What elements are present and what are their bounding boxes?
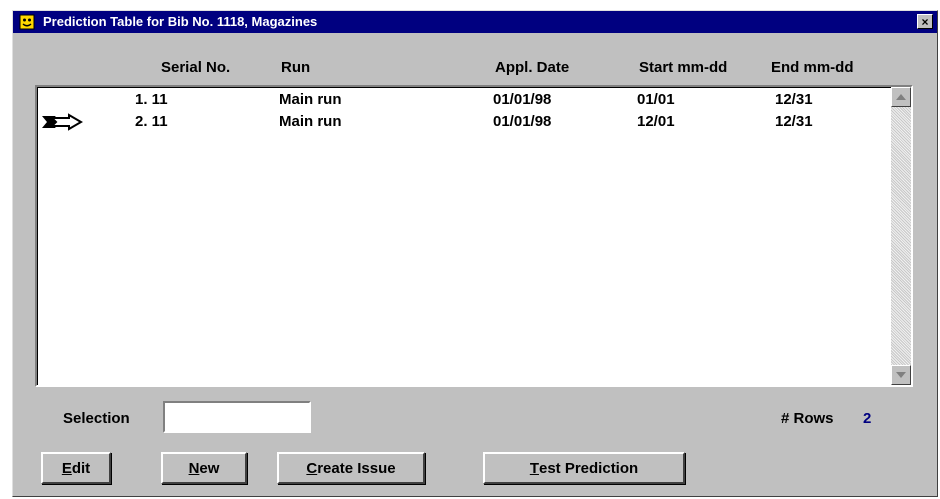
cell-appl-date: 01/01/98 [493,91,552,108]
row-count-label: # Rows [781,410,834,427]
cell-serial: 2. 11 [135,113,168,130]
new-mnemonic: N [188,459,200,477]
prediction-list[interactable]: 1. 11 Main run 01/01/98 01/01 12/31 2. 1… [35,85,913,387]
cell-appl-date: 01/01/98 [493,113,552,130]
prediction-table-window: Prediction Table for Bib No. 1118, Magaz… [12,10,938,497]
create-mnemonic: C [306,459,318,477]
column-header-run: Run [281,59,311,76]
table-row[interactable]: 2. 11 Main run 01/01/98 12/01 12/31 [37,113,893,133]
scroll-up-button[interactable] [891,87,911,107]
title-bar[interactable]: Prediction Table for Bib No. 1118, Magaz… [13,11,937,33]
cell-start: 12/01 [637,113,675,130]
column-header-serial: Serial No. [161,59,231,76]
vertical-scrollbar[interactable] [891,87,911,385]
cell-serial: 1. 11 [135,91,168,108]
current-row-arrow-icon [41,113,91,135]
edit-label-rest: dit [71,459,91,477]
cell-start: 01/01 [637,91,675,108]
column-header-appl-date: Appl. Date [495,59,570,76]
close-button[interactable]: × [917,14,933,29]
cell-run: Main run [279,91,342,108]
test-label-rest: est Prediction [538,459,639,477]
cell-run: Main run [279,113,342,130]
cell-end: 12/31 [775,113,813,130]
window-title: Prediction Table for Bib No. 1118, Magaz… [43,14,318,29]
notes-app-icon [19,14,35,30]
test-prediction-button[interactable]: Test Prediction [483,452,685,484]
column-header-end: End mm-dd [771,59,854,76]
column-header-start: Start mm-dd [639,59,728,76]
scroll-down-button[interactable] [891,365,911,385]
create-issue-button[interactable]: Create Issue [277,452,425,484]
selection-input[interactable] [163,401,311,433]
test-mnemonic: T [529,459,539,477]
new-button[interactable]: New [161,452,247,484]
create-label-rest: reate Issue [317,459,396,477]
cell-end: 12/31 [775,91,813,108]
table-row[interactable]: 1. 11 Main run 01/01/98 01/01 12/31 [37,91,893,111]
arrow-down-icon [896,372,906,378]
arrow-up-icon [896,94,906,100]
selection-label: Selection [63,410,130,427]
edit-button[interactable]: Edit [41,452,111,484]
row-count-value: 2 [863,410,872,427]
new-label-rest: ew [199,459,220,477]
edit-mnemonic: E [61,459,72,477]
